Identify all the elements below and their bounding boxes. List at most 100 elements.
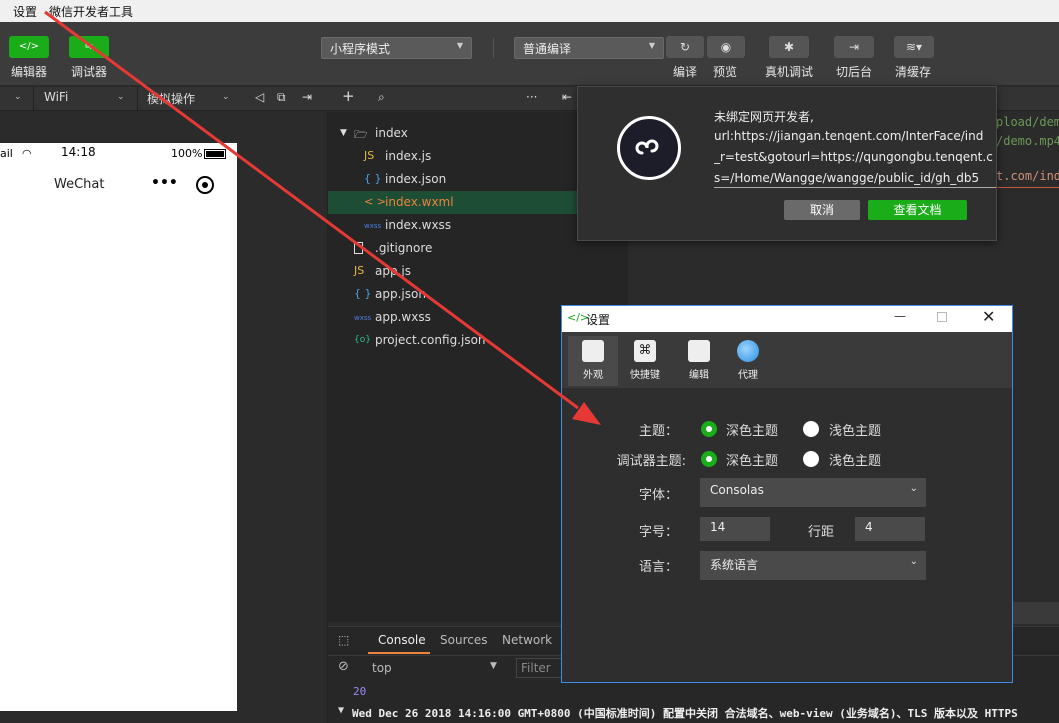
eye-icon: ◉ (720, 40, 732, 54)
window-icon[interactable]: ⧉ (277, 90, 286, 105)
panel-toggle-icon[interactable]: ⇥ (302, 90, 312, 104)
exit-arrow-icon: ⇥ (848, 40, 860, 54)
device-debug-button[interactable]: ✱ (769, 36, 809, 58)
theme-light-text: 浅色主题 (829, 424, 882, 439)
language-select-value: 系统语言 (710, 558, 759, 572)
font-size-input[interactable]: 14 (700, 517, 770, 541)
notify-line: s=/Home/Wangge/wangge/public_id/gh_db5 (714, 171, 980, 185)
caret-down-icon[interactable]: ⌄ (14, 92, 22, 102)
folder-open-icon: 🗁 (354, 128, 368, 141)
cancel-button[interactable]: 取消 (784, 200, 860, 220)
clear-console-icon[interactable]: ⊘ (338, 659, 349, 674)
maximize-icon[interactable] (937, 312, 947, 322)
menu-dots-icon[interactable]: ••• (151, 175, 178, 191)
debugger-light-radio[interactable] (803, 451, 819, 467)
sim-ops-select[interactable]: 模拟操作 (147, 90, 195, 107)
battery-icon (204, 149, 226, 159)
context-select[interactable]: top (372, 661, 392, 675)
json-file-icon: { } (364, 172, 382, 185)
tab-label: 编辑 (689, 370, 709, 381)
theme-dark-radio[interactable] (701, 421, 717, 437)
mode-select-value: 小程序模式 (330, 42, 391, 56)
file-item[interactable]: { } index.json (328, 168, 578, 191)
tab-proxy[interactable]: 代理 (723, 336, 773, 386)
tab-console[interactable]: Console (378, 633, 426, 647)
file-item[interactable]: JS app.js (328, 260, 578, 283)
js-file-icon: JS (354, 264, 365, 277)
language-select[interactable]: 系统语言 ⌄ (700, 551, 926, 580)
more-icon[interactable]: ··· (526, 90, 537, 104)
collapse-icon[interactable]: ⇤ (562, 90, 572, 104)
wxss-file-icon: wxss (354, 314, 372, 322)
tab-network[interactable]: Network (502, 633, 552, 647)
phone-simulator[interactable]: ail ◠ 14:18 100% WeChat ••• (0, 143, 237, 711)
document-icon: doc (354, 242, 363, 254)
inspect-icon[interactable]: ⬚ (338, 633, 349, 647)
wxss-file-icon: wxss (364, 222, 382, 230)
divider (33, 87, 34, 111)
debugger-toggle-button[interactable]: ⇋ (69, 36, 109, 58)
speaker-icon[interactable]: ◁ (255, 90, 264, 104)
add-file-icon[interactable]: + (342, 87, 355, 105)
tab-label: 快捷键 (630, 370, 660, 381)
clear-cache-label: 清缓存 (895, 65, 932, 79)
menu-settings[interactable]: 设置 (13, 3, 37, 20)
refresh-icon: ↻ (679, 40, 691, 54)
preview-button[interactable]: ◉ (707, 36, 745, 58)
theme-label: 主题： (638, 424, 678, 439)
clear-cache-button[interactable]: ≋▾ (894, 36, 934, 58)
search-icon[interactable]: ⌕ (378, 90, 385, 105)
notify-line: _r=test&gotourl=https://qungongbu.tenqen… (714, 150, 993, 164)
caret-down-icon[interactable]: ▼ (490, 661, 497, 671)
console-message: Wed Dec 26 2018 14:16:00 GMT+0800 (中国标准时… (352, 707, 1018, 720)
notify-line: url:https://jiangan.tenqent.com/InterFac… (714, 129, 984, 143)
debugger-label: 调试器 (71, 65, 108, 79)
font-size-label: 字号： (638, 525, 678, 540)
theme-light-radio[interactable] (803, 421, 819, 437)
file-name: app.js (375, 264, 411, 278)
font-select[interactable]: Consolas ⌄ (700, 478, 926, 507)
tab-sources[interactable]: Sources (440, 633, 487, 647)
tab-shortcuts[interactable]: ⌘ 快捷键 (620, 336, 670, 386)
miniprogram-logo (617, 116, 681, 180)
compile-button[interactable]: ↻ (666, 36, 704, 58)
caret-down-icon[interactable]: ⌄ (117, 92, 125, 102)
folder-name: index (375, 126, 408, 140)
code-line: /demo.mp4 (996, 134, 1059, 148)
file-item[interactable]: { } app.json (328, 283, 578, 306)
tab-editor[interactable]: 编辑 (674, 336, 724, 386)
editor-toggle-button[interactable]: </> (9, 36, 49, 58)
minimize-icon[interactable]: — (894, 309, 906, 323)
compile-label: 编译 (673, 65, 698, 79)
mode-select[interactable]: 小程序模式 ▼ (321, 37, 472, 59)
caret-down-icon[interactable]: ⌄ (222, 92, 230, 102)
menu-app-name[interactable]: 微信开发者工具 (49, 3, 133, 20)
network-select[interactable]: WiFi (44, 90, 68, 104)
file-item[interactable]: wxss index.wxss (328, 214, 578, 237)
close-icon[interactable]: ✕ (982, 307, 995, 326)
file-name: app.wxss (375, 310, 431, 324)
expand-icon[interactable]: ▼ (338, 705, 344, 716)
background-button[interactable]: ⇥ (834, 36, 874, 58)
view-docs-button[interactable]: 查看文档 (868, 200, 967, 220)
debugger-dark-radio[interactable] (701, 451, 717, 467)
compile-select[interactable]: 普通编译 ▼ (514, 37, 664, 59)
code-icon: </> (18, 41, 40, 52)
capsule-close-icon[interactable] (196, 176, 214, 194)
font-select-value: Consolas (710, 483, 764, 497)
file-item[interactable]: JS index.js (328, 145, 578, 168)
line-height-input[interactable]: 4 (855, 517, 925, 541)
file-item[interactable]: doc .gitignore (328, 237, 578, 260)
tab-appearance[interactable]: 外观 (568, 336, 618, 386)
folder-index[interactable]: ▼ 🗁 index (328, 122, 578, 145)
settings-titlebar: </> 设置 — ✕ (562, 306, 1012, 332)
chevron-down-icon: ⌄ (909, 556, 918, 567)
file-item[interactable]: wxss app.wxss (328, 306, 578, 329)
battery-text: 100% (171, 147, 203, 160)
file-name: index.js (385, 149, 432, 163)
debugger-dark-text: 深色主题 (726, 454, 779, 469)
wxml-file-icon: < > (364, 195, 386, 208)
file-item[interactable]: {o} project.config.json (328, 329, 578, 352)
layers-icon: ≋▾ (905, 40, 923, 54)
filter-input[interactable]: Filter (516, 658, 566, 678)
